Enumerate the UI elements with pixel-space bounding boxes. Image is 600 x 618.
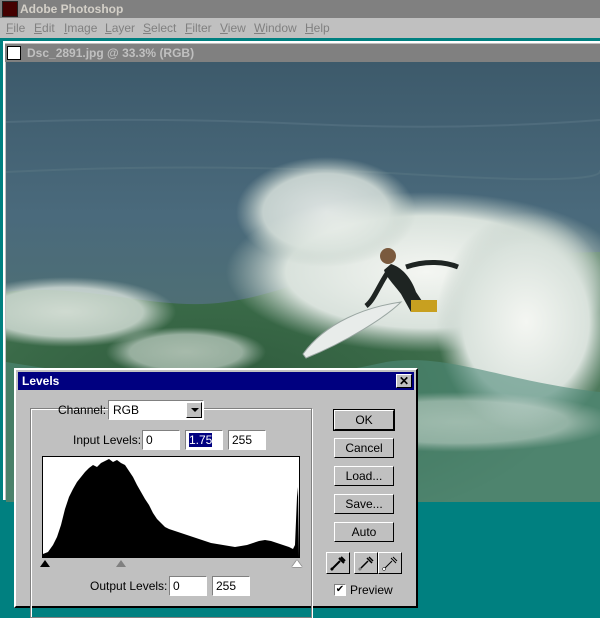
- menu-layer[interactable]: Layer: [105, 18, 135, 38]
- preview-checkbox[interactable]: ✔: [334, 584, 346, 596]
- menu-bar: File Edit Image Layer Select Filter View…: [0, 18, 600, 38]
- gray-eyedropper-button[interactable]: [354, 552, 378, 574]
- load-button[interactable]: Load...: [334, 466, 394, 486]
- output-levels-label: Output Levels:: [90, 579, 168, 593]
- channel-select[interactable]: RGB: [108, 400, 204, 420]
- levels-title: Levels: [22, 374, 60, 388]
- menu-window[interactable]: Window: [254, 18, 297, 38]
- black-point-slider[interactable]: [40, 560, 50, 567]
- gray-eyedropper-icon: [358, 556, 374, 571]
- black-eyedropper-icon: [330, 556, 346, 571]
- output-white-field[interactable]: 255: [212, 576, 250, 596]
- auto-button[interactable]: Auto: [334, 522, 394, 542]
- ok-label: OK: [355, 413, 373, 427]
- input-black-field[interactable]: 0: [142, 430, 180, 450]
- black-eyedropper-button[interactable]: [326, 552, 350, 574]
- document-title-bar[interactable]: Dsc_2891.jpg @ 33.3% (RGB): [5, 44, 600, 62]
- app-title: Adobe Photoshop: [20, 2, 124, 16]
- input-gamma-value: 1.75: [189, 433, 213, 447]
- menu-file[interactable]: File: [6, 18, 25, 38]
- input-white-field[interactable]: 255: [228, 430, 266, 450]
- input-levels-label: Input Levels:: [73, 433, 142, 447]
- document-title: Dsc_2891.jpg @ 33.3% (RGB): [27, 46, 195, 60]
- input-gamma-field[interactable]: 1.75: [185, 430, 223, 450]
- gamma-slider[interactable]: [116, 560, 126, 567]
- save-button[interactable]: Save...: [334, 494, 394, 514]
- histogram: [42, 456, 300, 558]
- menu-edit[interactable]: Edit: [34, 18, 55, 38]
- document-icon[interactable]: [7, 46, 21, 60]
- white-point-slider[interactable]: [292, 560, 302, 567]
- close-icon[interactable]: ✕: [396, 374, 412, 388]
- save-label: Save...: [345, 497, 383, 511]
- histogram-graph: [43, 459, 299, 557]
- load-label: Load...: [345, 469, 383, 483]
- chevron-down-icon[interactable]: [186, 402, 202, 418]
- menu-select[interactable]: Select: [143, 18, 176, 38]
- app-title-bar: Adobe Photoshop: [0, 0, 600, 18]
- levels-title-bar[interactable]: Levels ✕: [18, 372, 414, 390]
- menu-filter[interactable]: Filter: [185, 18, 212, 38]
- cancel-button[interactable]: Cancel: [334, 438, 394, 458]
- cancel-label: Cancel: [345, 441, 383, 455]
- levels-dialog: Levels ✕ Channel: RGB Input Levels: 0 1.…: [14, 368, 418, 618]
- menu-view[interactable]: View: [220, 18, 246, 38]
- photoshop-app-icon[interactable]: [2, 1, 18, 17]
- auto-label: Auto: [351, 525, 377, 539]
- channel-value: RGB: [113, 403, 140, 417]
- menu-help[interactable]: Help: [305, 18, 330, 38]
- check-icon: ✔: [335, 584, 345, 595]
- output-black-field[interactable]: 0: [169, 576, 207, 596]
- white-eyedropper-button[interactable]: [378, 552, 402, 574]
- white-eyedropper-icon: [382, 556, 398, 571]
- ok-button[interactable]: OK: [333, 409, 395, 431]
- preview-label[interactable]: Preview: [350, 583, 393, 597]
- channel-label: Channel:: [58, 403, 107, 417]
- menu-image[interactable]: Image: [64, 18, 97, 38]
